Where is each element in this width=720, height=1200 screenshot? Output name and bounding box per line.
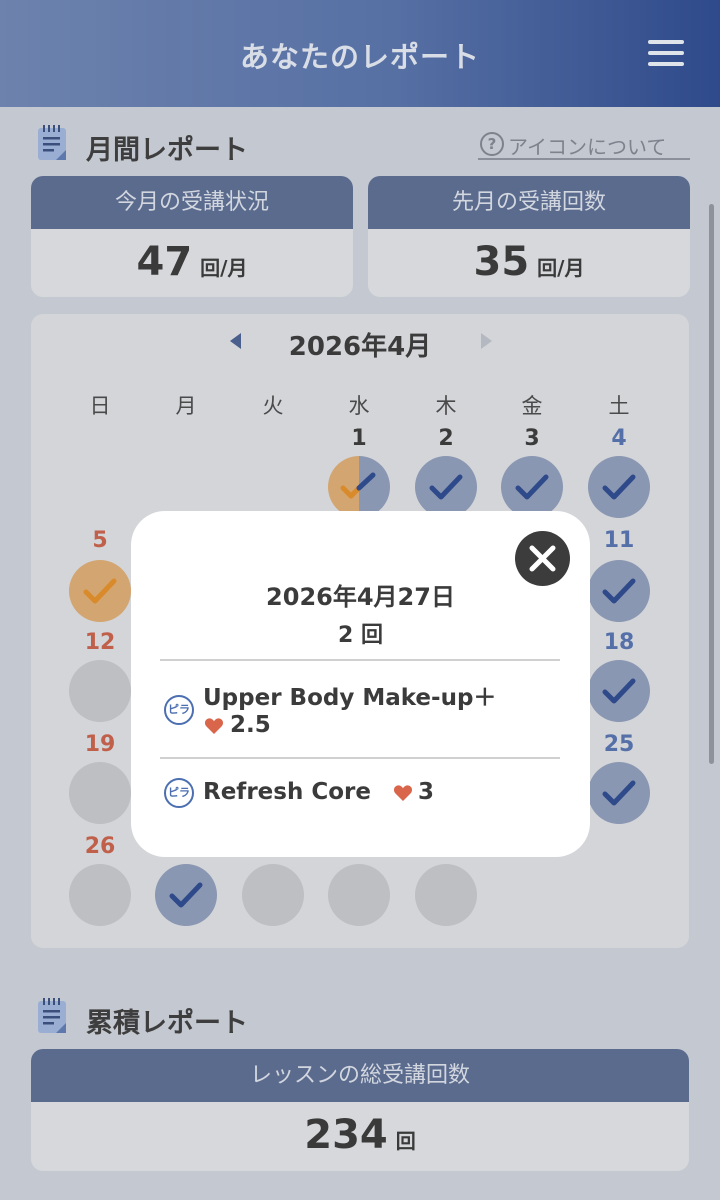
calendar-day-cell[interactable] [501,456,563,518]
popup-count: 2 回 [338,623,383,648]
weekday-label: 日 [89,394,111,418]
weekday-label: 火 [262,394,284,418]
scrollbar[interactable] [709,204,714,764]
last-month-unit: 回/月 [537,256,585,280]
next-month-arrow-icon[interactable] [481,333,492,349]
pilates-badge-icon: ピラ [164,695,194,725]
calendar-day-cell[interactable] [588,762,650,824]
calendar-month: 2026年4月 [288,332,432,362]
check-icon [602,678,636,704]
calendar-day-number: 5 [92,528,108,553]
heart-icon [204,718,224,734]
cumulative-unit: 回 [395,1129,416,1153]
calendar-day-cell[interactable] [69,864,131,926]
hamburger-menu-icon[interactable] [648,40,684,66]
calendar-day-cell[interactable] [415,456,477,518]
calendar-day-cell[interactable] [69,762,131,824]
check-icon [340,472,376,499]
cumulative-report-title: 累積レポート [86,1008,248,1039]
calendar-day-number: 11 [603,528,635,553]
calendar-day-cell[interactable] [69,560,131,622]
this-month-unit: 回/月 [200,256,248,280]
calendar-day-number: 1 [351,426,367,451]
weekday-label: 水 [348,394,370,418]
weekday-label: 金 [521,394,543,418]
calendar-day-number: 3 [524,426,540,451]
cumulative-label: レッスンの総受講回数 [31,1049,689,1102]
day-detail-popup: 2026年4月27日 2 回 ピラ Upper Body Make-up＋ 2.… [131,511,590,857]
check-icon [515,474,549,500]
calendar-day-cell[interactable] [242,864,304,926]
check-icon [169,882,203,908]
icon-help-link[interactable]: ? アイコンについて [478,130,690,160]
calendar-day-number: 18 [603,630,635,655]
check-icon [602,578,636,604]
calendar-day-cell[interactable] [588,660,650,722]
calendar-day-cell[interactable] [328,456,390,518]
this-month-value: 47 [136,239,193,285]
report-note-icon [38,125,66,160]
weekday-label: 木 [435,394,457,418]
weekday-label: 土 [608,394,630,418]
check-icon [602,474,636,500]
popup-date: 2026年4月27日 [266,583,455,611]
lesson-name: Upper Body Make-up＋ [203,685,497,711]
report-note-icon [38,998,66,1033]
calendar-day-cell[interactable] [588,456,650,518]
monthly-report-title: 月間レポート [86,135,248,166]
heart-icon [393,785,413,801]
weekday-label: 月 [175,394,197,418]
icon-help-label: アイコンについて [508,135,667,159]
pilates-badge-icon: ピラ [164,778,194,808]
calendar-day-cell[interactable] [69,660,131,722]
calendar-day-cell[interactable] [588,560,650,622]
calendar-day-cell[interactable] [155,864,217,926]
question-circle-icon: ? [480,132,504,156]
last-month-label: 先月の受講回数 [368,176,690,229]
calendar-day-number: 25 [603,732,635,757]
calendar-day-number: 19 [84,732,116,757]
last-month-value: 35 [473,239,530,285]
this-month-label: 今月の受講状況 [31,176,353,229]
check-icon [83,578,117,604]
calendar-day-cell[interactable] [415,864,477,926]
cumulative-card: レッスンの総受講回数 234 回 [31,1049,689,1171]
calendar-day-number: 12 [84,630,116,655]
lesson-points: 2.5 [230,712,271,738]
this-month-card: 今月の受講状況 47 回/月 [31,176,353,297]
lesson-points: 3 [418,779,435,805]
lesson-name: Refresh Core [203,779,371,805]
calendar-day-number: 2 [438,426,454,451]
last-month-card: 先月の受講回数 35 回/月 [368,176,690,297]
calendar-day-number: 26 [84,834,116,859]
check-icon [429,474,463,500]
calendar-day-cell[interactable] [328,864,390,926]
cumulative-value: 234 [304,1112,388,1158]
page-title: あなたのレポート [239,40,480,74]
calendar-day-number: 4 [611,426,627,451]
app-header: あなたのレポート [0,0,720,107]
check-icon [602,780,636,806]
